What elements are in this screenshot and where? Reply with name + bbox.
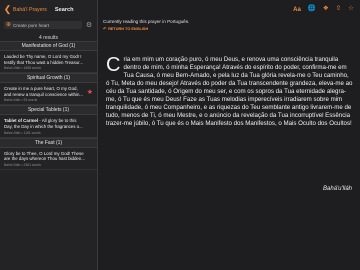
- section-header-special-tablets: Special Tablets (1): [0, 105, 97, 116]
- list-item-text: Tablet of Carmel - All glory be to this …: [4, 118, 85, 129]
- reader-pane: Aa 🌐 ❖ ⇧ ☆ Currently reading this prayer…: [99, 0, 360, 270]
- list-item-meta: Bahá'u'lláh • 2461 words: [4, 162, 41, 167]
- search-input[interactable]: ⊕ Create pure heart: [4, 21, 82, 29]
- globe-icon[interactable]: 🌐: [308, 6, 316, 13]
- list-item-text: Lauded be Thy name, O Lord my God! I tes…: [4, 54, 83, 65]
- list-item-text: Create in me a pure heart, O my God, and…: [4, 86, 84, 97]
- breadcrumb-back[interactable]: Bahá'í Prayers: [13, 7, 47, 13]
- return-to-english-label: RETURN TO ENGLISH: [108, 26, 149, 31]
- section-header-the-fast: The Fast (1): [0, 137, 97, 148]
- search-row: ⊕ Create pure heart ⚙: [0, 19, 97, 31]
- page-title: Search: [54, 6, 74, 13]
- prayer-body: ria em mim um coração puro, ó meu Deus, …: [106, 56, 353, 128]
- search-input-value: Create pure heart: [13, 22, 50, 28]
- list-item[interactable]: Create in me a pure heart, O my God, and…: [0, 83, 97, 106]
- chevron-left-icon[interactable]: ❮: [4, 4, 12, 15]
- undo-icon: ↶: [103, 27, 107, 31]
- list-item[interactable]: Tablet of Carmel - All glory be to this …: [0, 115, 97, 138]
- drop-cap: C: [106, 54, 121, 76]
- font-size-button[interactable]: Aa: [293, 7, 301, 13]
- list-item[interactable]: Glory be to Thee, O Lord my God! These a…: [0, 148, 97, 170]
- list-item[interactable]: Lauded be Thy name, O Lord my God! I tes…: [0, 51, 97, 74]
- plus-icon: ⊕: [6, 22, 12, 28]
- list-item-text: Glory be to Thee, O Lord my God! These a…: [4, 150, 85, 162]
- section-header-manifestation: Manifestation of God (1): [0, 41, 97, 51]
- prayer-text: Cria em mim um coração puro, ó meu Deus,…: [106, 54, 353, 128]
- top-navigation: ❮ Bahá'í Prayers Search: [0, 0, 97, 19]
- star-icon[interactable]: ★: [87, 89, 93, 96]
- reader-toolbar: Aa 🌐 ❖ ⇧ ☆: [99, 0, 360, 19]
- bookmark-icon[interactable]: ❖: [323, 6, 329, 13]
- language-notice: Currently reading this prayer in Portugu…: [99, 19, 360, 31]
- section-header-spiritual-growth: Spiritual Growth (1): [0, 73, 97, 84]
- gear-icon[interactable]: ⚙: [85, 21, 93, 29]
- return-to-english-button[interactable]: ↶ RETURN TO ENGLISH: [103, 26, 360, 32]
- share-icon[interactable]: ⇧: [336, 6, 341, 13]
- star-outline-icon[interactable]: ☆: [348, 6, 354, 13]
- list-item-title: Tablet of Carmel: [4, 118, 39, 124]
- list-item-meta: Bahá'u'lláh • 1658 words: [4, 66, 41, 71]
- list-item-meta: Bahá'u'lláh • 93 words: [4, 98, 38, 103]
- reading-language-note: Currently reading this prayer in Portugu…: [103, 19, 190, 24]
- prayer-author: Bahá'u'lláh: [323, 186, 352, 192]
- sidebar: ❮ Bahá'í Prayers Search ⊕ Create pure he…: [0, 0, 98, 270]
- list-item-meta: Bahá'u'lláh • 1161 words: [4, 130, 41, 135]
- results-count: 4 results: [39, 35, 58, 41]
